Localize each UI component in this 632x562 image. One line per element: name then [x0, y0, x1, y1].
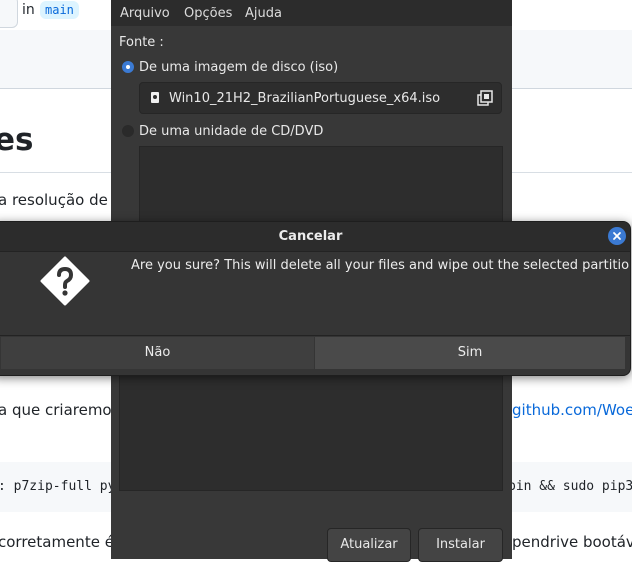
no-button[interactable]: Não: [1, 337, 314, 369]
cd-device-list[interactable]: [139, 146, 503, 222]
menu-arquivo[interactable]: Arquivo: [120, 6, 170, 21]
paragraph-1: a resolução de p: [0, 191, 123, 209]
iso-radio[interactable]: [122, 61, 134, 73]
in-label: in: [22, 2, 35, 18]
source-label: Fonte :: [119, 35, 164, 50]
code-right: pin && sudo pip3: [508, 479, 632, 494]
dialog-message: Are you sure? This will delete all your …: [131, 258, 631, 273]
open-file-icon[interactable]: [477, 90, 493, 106]
dialog-titlebar: Cancelar: [0, 222, 630, 252]
close-button[interactable]: [608, 227, 626, 245]
cd-radio-label[interactable]: De uma unidade de CD/DVD: [139, 124, 323, 139]
cancel-dialog: Cancelar Are you sure? This will delete …: [0, 221, 631, 376]
repo-selector[interactable]: [0, 0, 18, 28]
paragraph-3: corretamente é: [0, 533, 114, 551]
question-icon: [40, 256, 90, 306]
install-button[interactable]: Instalar: [418, 528, 503, 562]
dialog-title: Cancelar: [278, 229, 343, 244]
refresh-button[interactable]: Atualizar: [327, 528, 411, 562]
iso-file-picker[interactable]: Win10_21H2_BrazilianPortuguese_x64.iso: [139, 82, 502, 114]
disc-file-icon: [151, 92, 159, 103]
branch-badge[interactable]: main: [40, 1, 79, 19]
menu-ajuda[interactable]: Ajuda: [245, 6, 282, 21]
dialog-button-row: Não Sim: [0, 335, 630, 375]
page-heading: es: [0, 122, 34, 158]
paragraph-2: a que criaremos: [0, 401, 120, 419]
target-device-list[interactable]: [119, 374, 503, 491]
paragraph-3-right: pendrive bootáve: [512, 533, 632, 551]
cd-radio[interactable]: [122, 125, 134, 137]
selected-file-name: Win10_21H2_BrazilianPortuguese_x64.iso: [169, 91, 441, 106]
code-left: : p7zip-full py: [0, 479, 116, 494]
iso-radio-label[interactable]: De uma imagem de disco (iso): [139, 60, 338, 75]
menu-bar: Arquivo Opções Ajuda: [111, 0, 512, 26]
close-icon: [613, 232, 621, 240]
woeusb-link[interactable]: github.com/WoeU: [512, 401, 632, 419]
menu-opcoes[interactable]: Opções: [184, 6, 232, 21]
yes-button[interactable]: Sim: [315, 337, 625, 369]
